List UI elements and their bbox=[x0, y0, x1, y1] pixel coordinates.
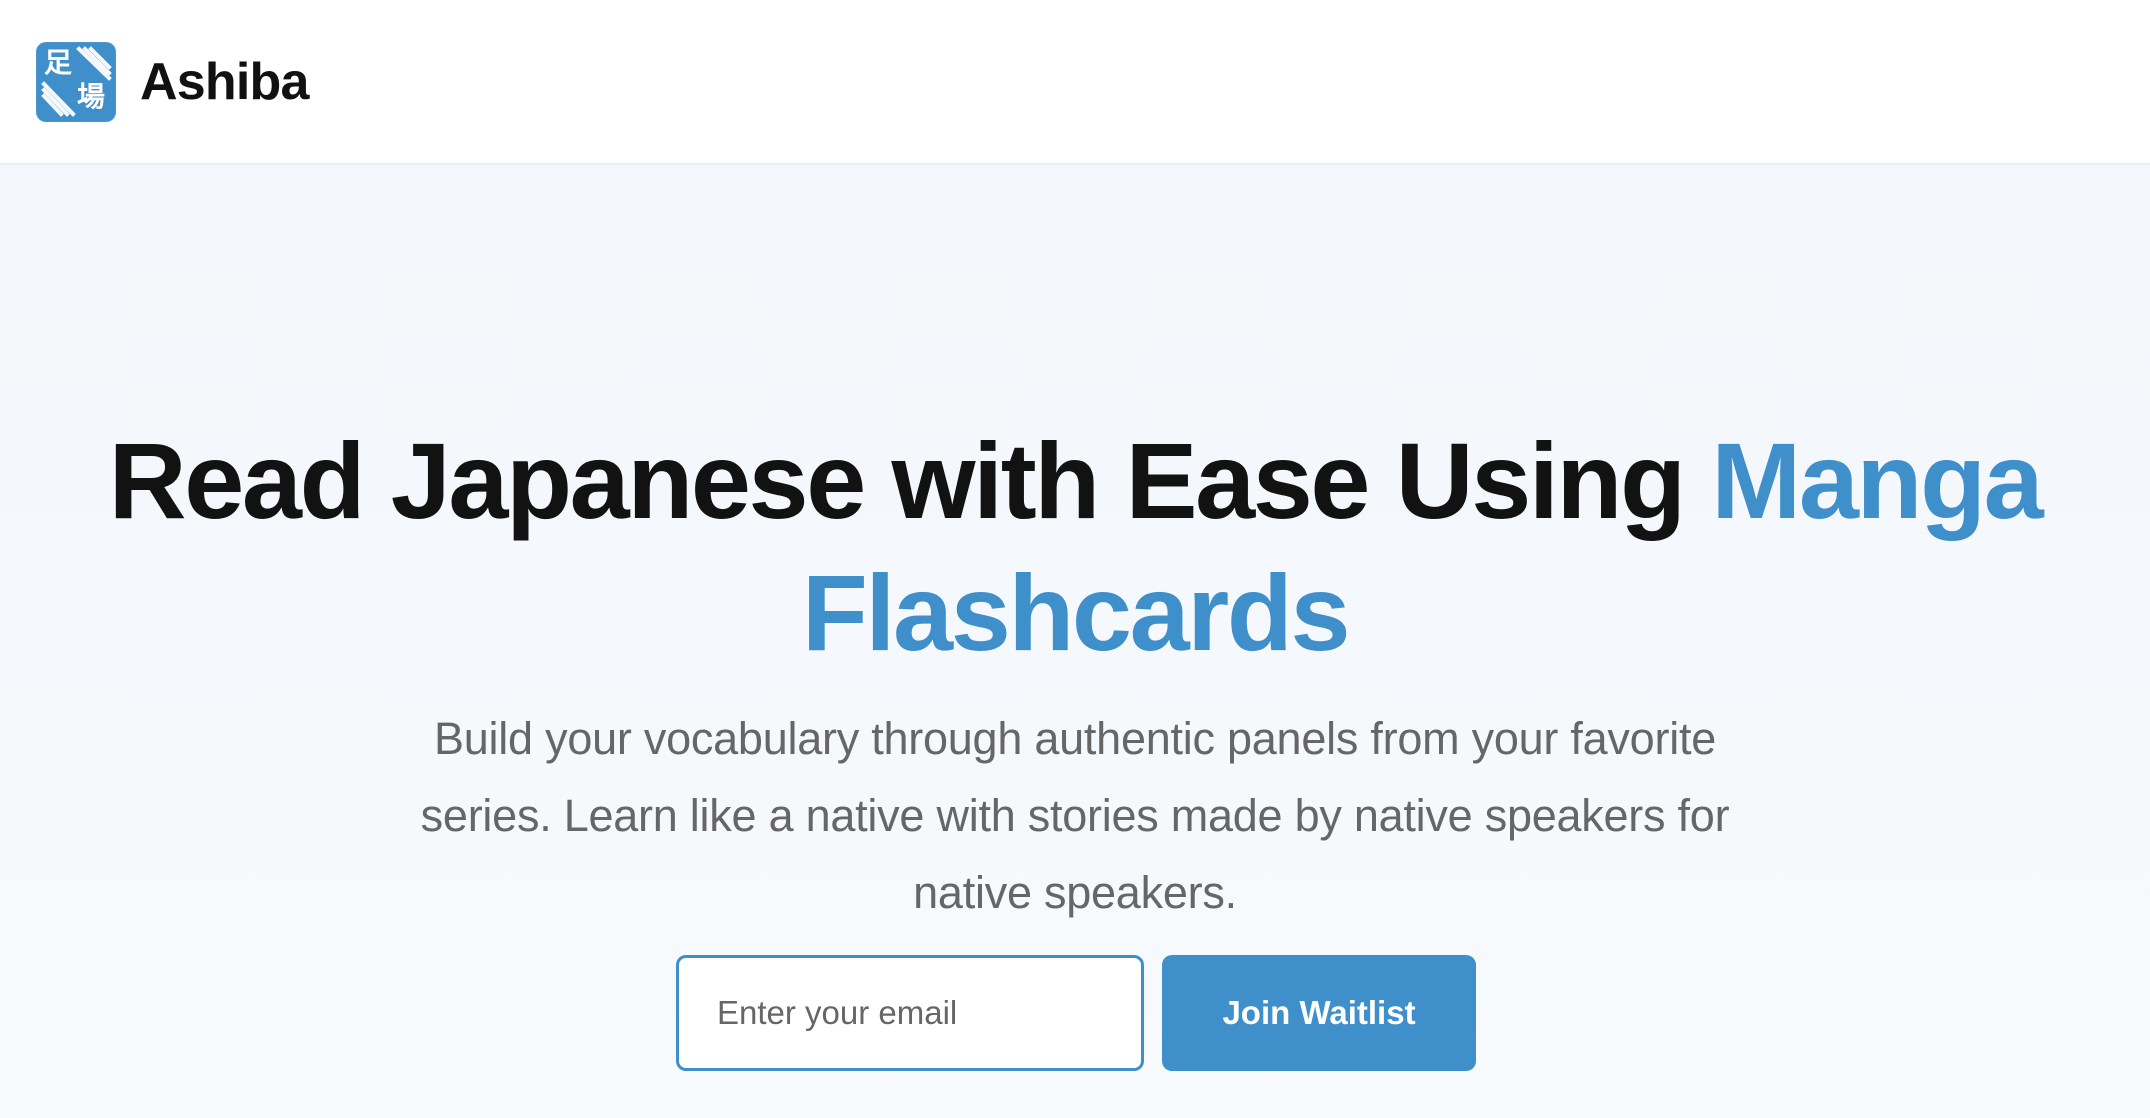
logo-kanji-bottom: 場 bbox=[77, 80, 106, 113]
hero-subtitle: Build your vocabulary through authentic … bbox=[420, 713, 1730, 918]
hero-title-primary: Read Japanese with Ease Using bbox=[108, 420, 1686, 542]
hero-title-accent-flashcards: Flashcards bbox=[801, 552, 1351, 674]
waitlist-form: Join Waitlist bbox=[676, 955, 1476, 1071]
top-navigation-bar: 足 場 Ashiba bbox=[0, 0, 2150, 165]
brand-home-link[interactable]: 足 場 Ashiba bbox=[36, 42, 309, 122]
hero-section: Read Japanese with Ease Using Manga Flas… bbox=[0, 165, 2150, 1118]
ashiba-logo-icon: 足 場 bbox=[36, 42, 116, 122]
logo-kanji-top: 足 bbox=[44, 46, 73, 79]
hero-title-line-1: Read Japanese with Ease Using Manga bbox=[0, 415, 2150, 547]
hero-title: Read Japanese with Ease Using Manga Flas… bbox=[0, 415, 2150, 679]
email-input[interactable] bbox=[676, 955, 1144, 1071]
hero-title-accent-manga: Manga bbox=[1711, 420, 2043, 542]
join-waitlist-button[interactable]: Join Waitlist bbox=[1162, 955, 1476, 1071]
brand-name: Ashiba bbox=[140, 53, 309, 111]
